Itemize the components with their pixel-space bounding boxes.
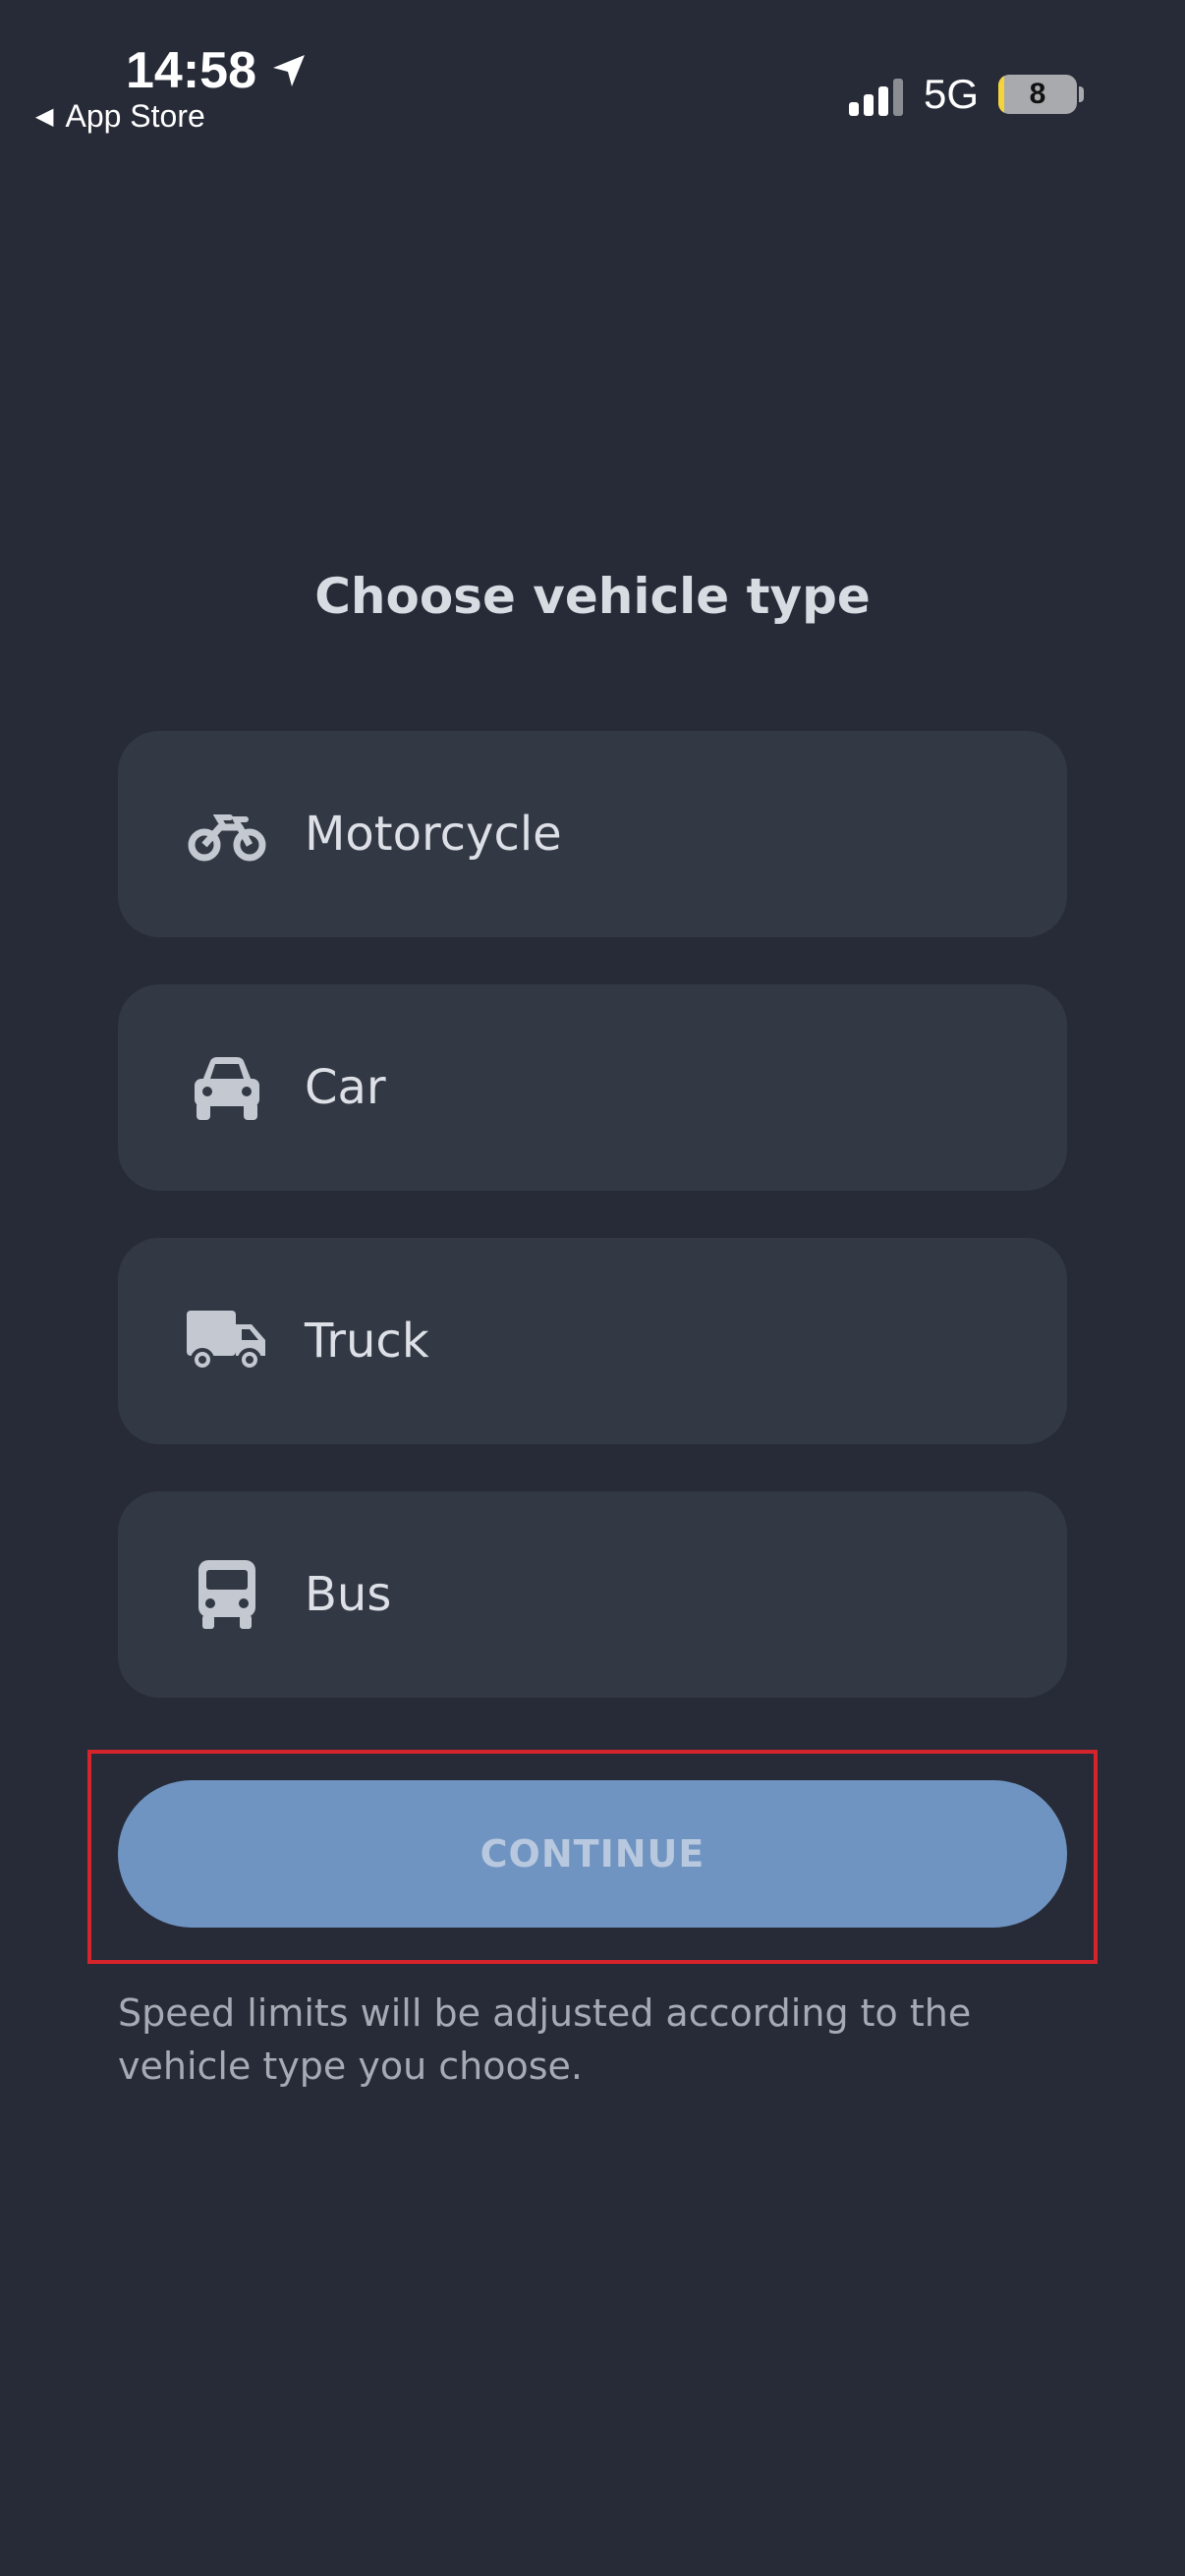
motorcycle-icon [188, 814, 266, 862]
page-title: Choose vehicle type [314, 568, 871, 625]
battery-icon: 8 [998, 75, 1077, 114]
back-link-label: App Store [65, 98, 205, 134]
bus-icon [198, 1560, 255, 1629]
speed-limit-note: Speed limits will be adjusted according … [118, 1991, 972, 2088]
back-to-app-store-link[interactable]: ◀ App Store [35, 98, 205, 135]
vehicle-option-car[interactable]: Car [118, 984, 1067, 1191]
vehicle-option-motorcycle[interactable]: Motorcycle [118, 731, 1067, 937]
battery-level: 8 [1029, 78, 1046, 110]
status-bar: 14:58 ◀ App Store 5G 8 [0, 0, 1185, 147]
vehicle-option-truck[interactable]: Truck [118, 1238, 1067, 1444]
vehicle-option-label: Motorcycle [305, 807, 562, 862]
vehicle-option-label: Car [305, 1060, 386, 1115]
vehicle-option-bus[interactable]: Bus [118, 1491, 1067, 1698]
truck-icon [187, 1311, 265, 1372]
status-time: 14:58 [126, 42, 256, 99]
car-icon [195, 1057, 259, 1120]
location-arrow-icon [273, 55, 305, 86]
vehicle-option-label: Bus [305, 1567, 392, 1622]
network-type: 5G [924, 71, 980, 117]
cellular-signal-icon [849, 79, 903, 116]
back-triangle-icon: ◀ [35, 103, 54, 130]
battery-tip [1079, 86, 1084, 102]
continue-button[interactable]: CONTINUE [118, 1780, 1067, 1928]
vehicle-option-label: Truck [305, 1314, 429, 1369]
